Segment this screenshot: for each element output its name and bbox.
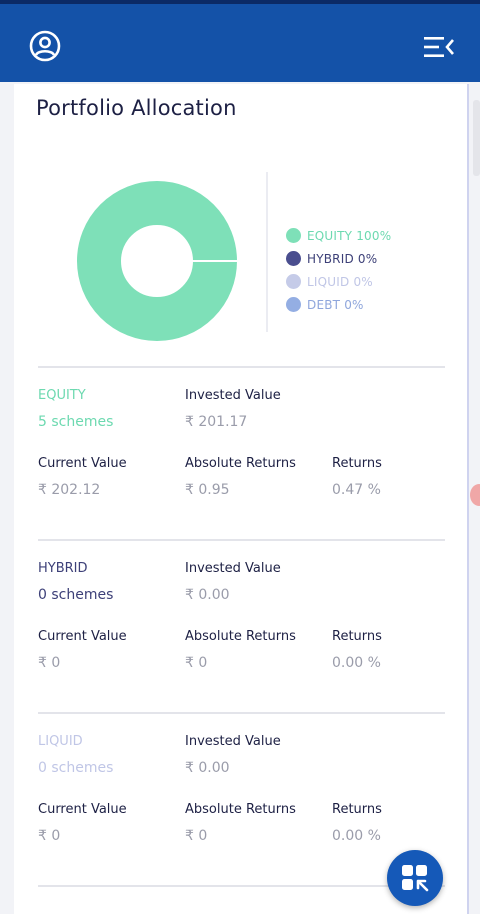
current-value-label: Current Value xyxy=(38,802,127,817)
current-value: ₹ 0 xyxy=(38,828,61,844)
current-value: ₹ 202.12 xyxy=(38,482,101,498)
category-scheme-count: 0 schemes xyxy=(38,587,114,603)
category-scheme-count: 0 schemes xyxy=(38,760,114,776)
menu-collapse-icon xyxy=(424,37,454,57)
side-tab-handle[interactable] xyxy=(470,484,480,506)
invested-value-label: Invested Value xyxy=(185,561,281,576)
quick-actions-fab[interactable] xyxy=(387,850,443,906)
invested-value: ₹ 201.17 xyxy=(185,414,248,430)
returns-label: Returns xyxy=(332,802,382,817)
legend-item-hybrid: HYBRID 0% xyxy=(286,247,391,270)
returns-value: 0.00 % xyxy=(332,655,381,671)
menu-button[interactable] xyxy=(424,34,454,60)
page-title: Portfolio Allocation xyxy=(36,96,237,120)
legend-dot xyxy=(286,297,301,312)
returns-label: Returns xyxy=(332,629,382,644)
legend-item-liquid: LIQUID 0% xyxy=(286,270,391,293)
user-profile-button[interactable] xyxy=(28,29,62,63)
category-name: HYBRID xyxy=(38,561,88,576)
returns-label: Returns xyxy=(332,456,382,471)
invested-value: ₹ 0.00 xyxy=(185,587,230,603)
absolute-returns-value: ₹ 0 xyxy=(185,828,208,844)
category-name: LIQUID xyxy=(38,734,83,749)
current-value-label: Current Value xyxy=(38,456,127,471)
absolute-returns-label: Absolute Returns xyxy=(185,456,296,471)
category-card-hybrid[interactable]: HYBRID 0 schemes Invested Value ₹ 0.00 C… xyxy=(38,539,445,714)
legend-label: EQUITY 100% xyxy=(307,228,392,243)
user-circle-icon xyxy=(29,30,61,62)
portfolio-card: Portfolio Allocation EQUITY 100% HYBRID … xyxy=(14,84,469,914)
allocation-legend: EQUITY 100% HYBRID 0% LIQUID 0% DEBT 0% xyxy=(286,224,391,316)
returns-value: 0.00 % xyxy=(332,828,381,844)
legend-item-equity: EQUITY 100% xyxy=(286,224,391,247)
absolute-returns-value: ₹ 0.95 xyxy=(185,482,230,498)
invested-value-label: Invested Value xyxy=(185,734,281,749)
returns-value: 0.47 % xyxy=(332,482,381,498)
legend-dot xyxy=(286,228,301,243)
scrollbar-thumb[interactable] xyxy=(473,100,480,176)
invested-value: ₹ 0.00 xyxy=(185,760,230,776)
legend-dot xyxy=(286,274,301,289)
legend-label: DEBT 0% xyxy=(307,297,364,312)
legend-label: LIQUID 0% xyxy=(307,274,373,289)
category-scheme-count: 5 schemes xyxy=(38,414,114,430)
category-card-debt[interactable] xyxy=(38,885,445,907)
current-value: ₹ 0 xyxy=(38,655,61,671)
allocation-donut-chart xyxy=(77,181,238,341)
apps-grid-icon xyxy=(402,865,429,892)
app-header xyxy=(0,0,480,82)
legend-item-debt: DEBT 0% xyxy=(286,293,391,316)
legend-divider xyxy=(266,172,268,332)
category-card-liquid[interactable]: LIQUID 0 schemes Invested Value ₹ 0.00 C… xyxy=(38,712,445,887)
absolute-returns-label: Absolute Returns xyxy=(185,629,296,644)
invested-value-label: Invested Value xyxy=(185,388,281,403)
current-value-label: Current Value xyxy=(38,629,127,644)
absolute-returns-value: ₹ 0 xyxy=(185,655,208,671)
category-name: EQUITY xyxy=(38,388,86,403)
legend-dot xyxy=(286,251,301,266)
absolute-returns-label: Absolute Returns xyxy=(185,802,296,817)
legend-label: HYBRID 0% xyxy=(307,251,378,266)
category-card-equity[interactable]: EQUITY 5 schemes Invested Value ₹ 201.17… xyxy=(38,366,445,541)
